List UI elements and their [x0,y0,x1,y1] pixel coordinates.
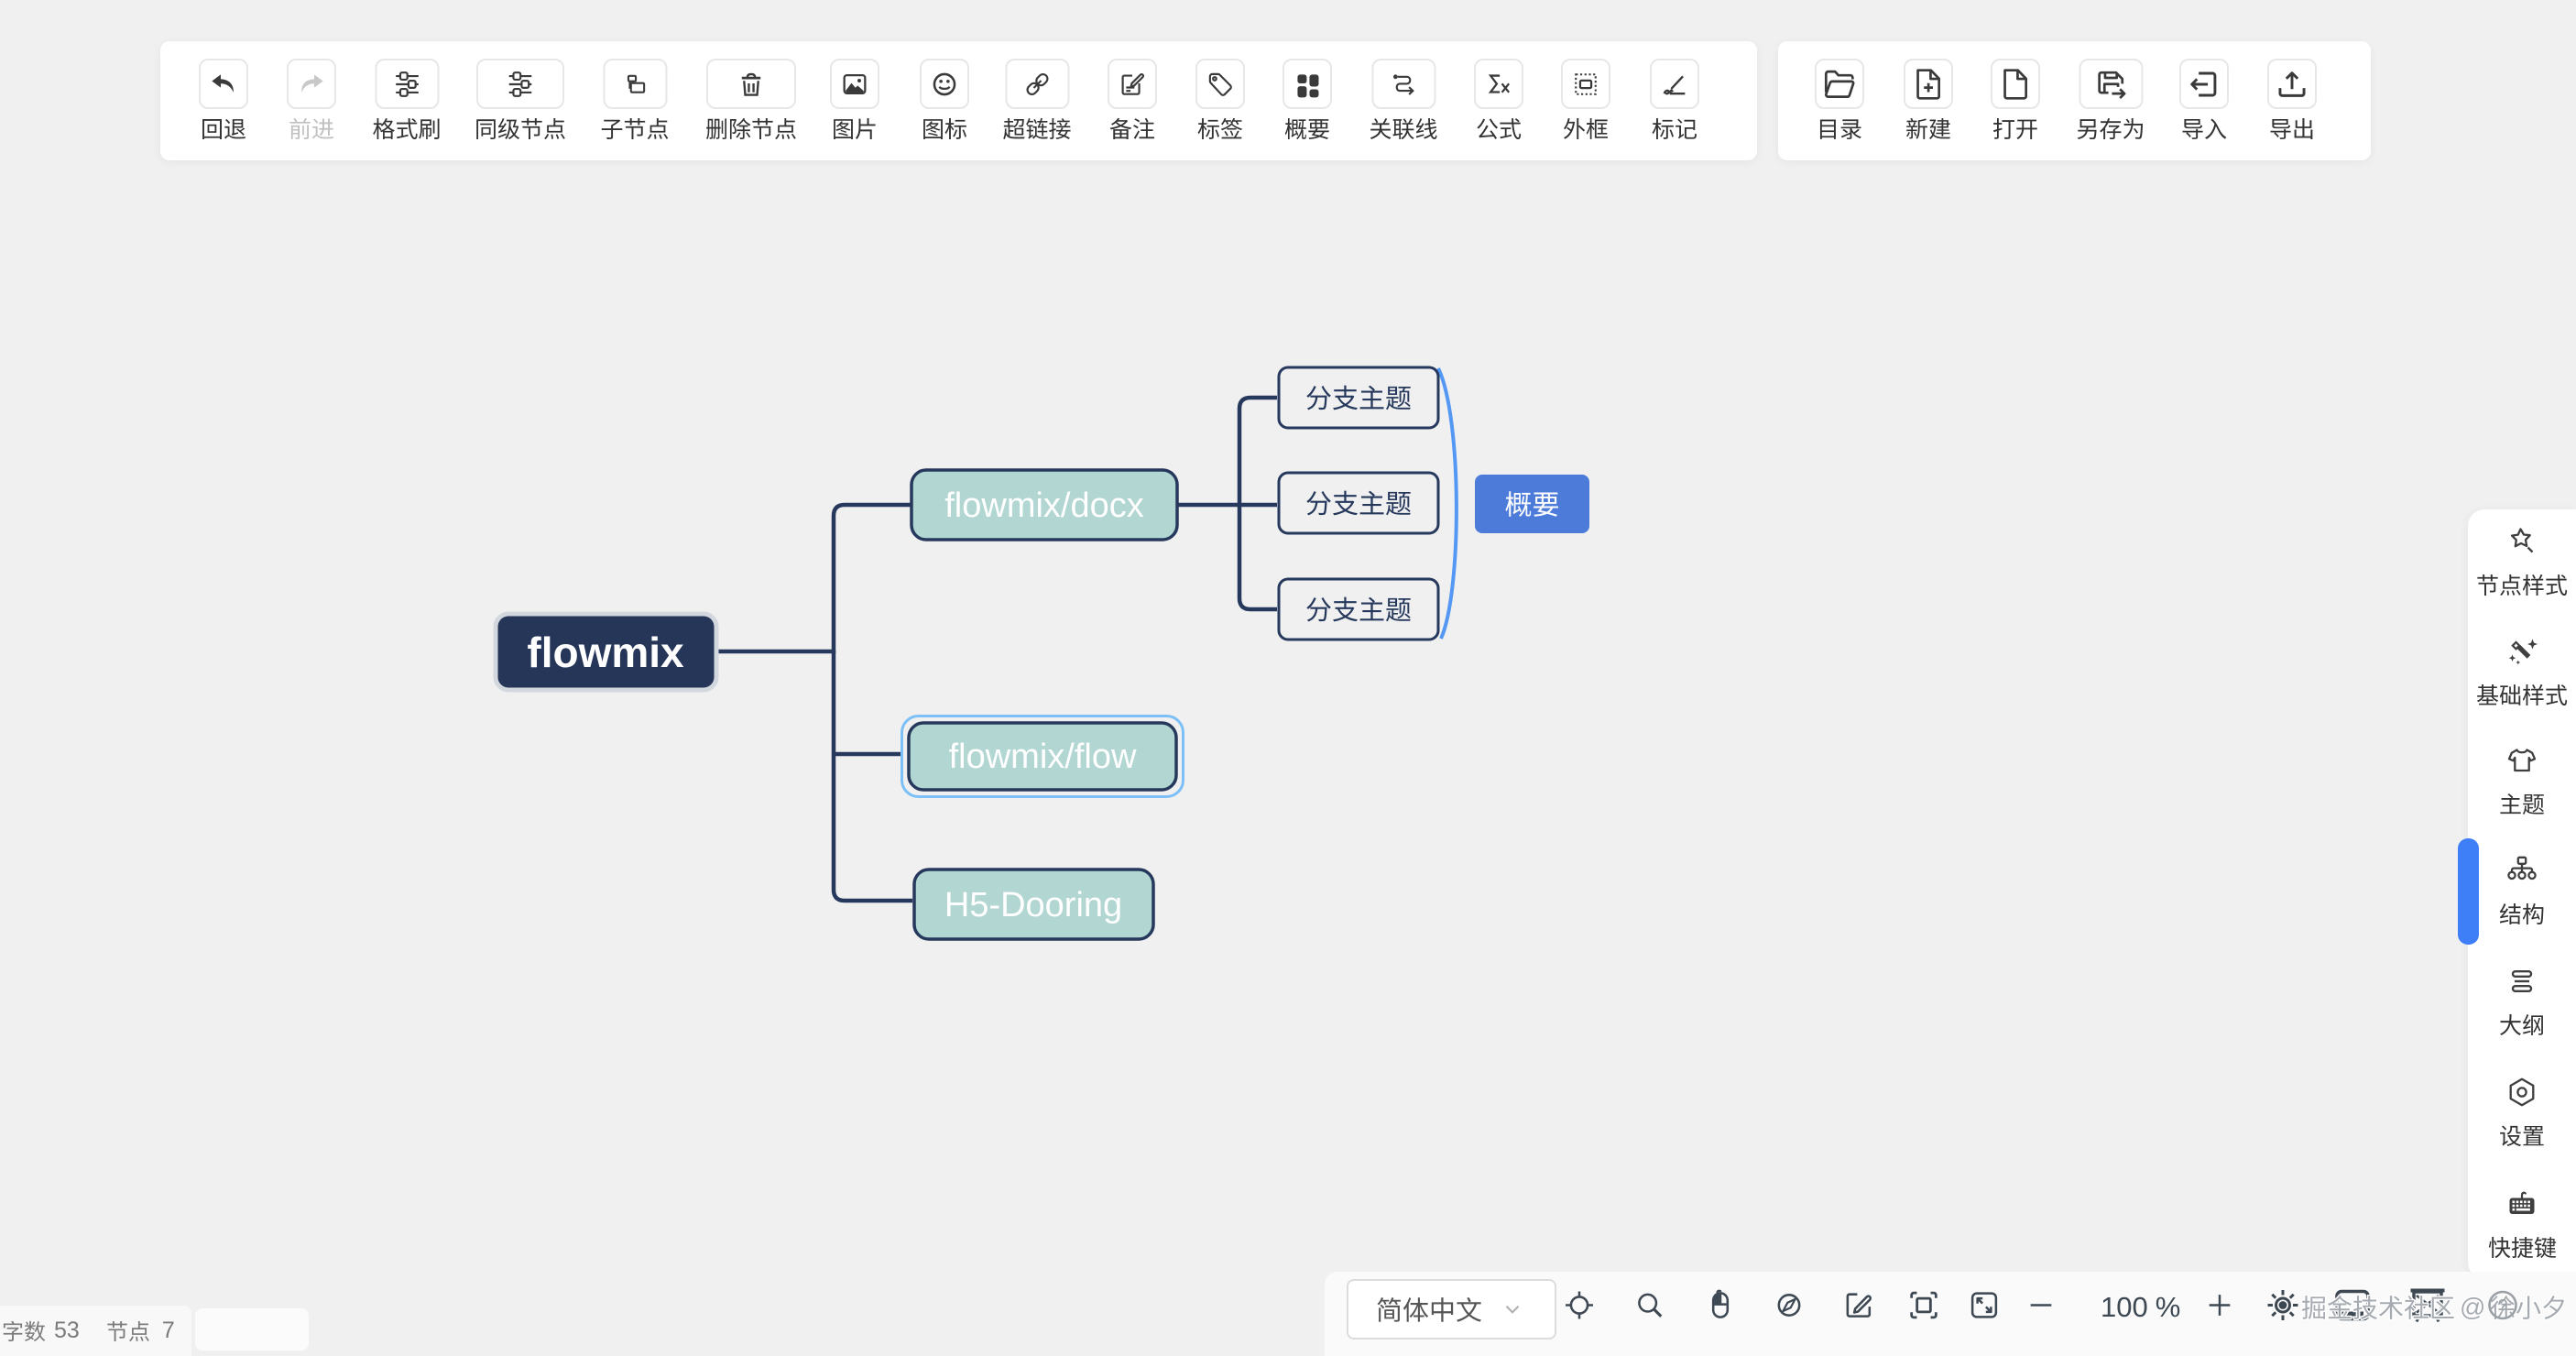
svg-text:flowmix/docx: flowmix/docx [944,487,1144,525]
svg-text:flowmix/flow: flowmix/flow [949,738,1137,776]
svg-text:flowmix: flowmix [527,629,684,676]
svg-text:H5-Dooring: H5-Dooring [944,886,1122,924]
svg-text:?: ? [2498,1297,2508,1317]
